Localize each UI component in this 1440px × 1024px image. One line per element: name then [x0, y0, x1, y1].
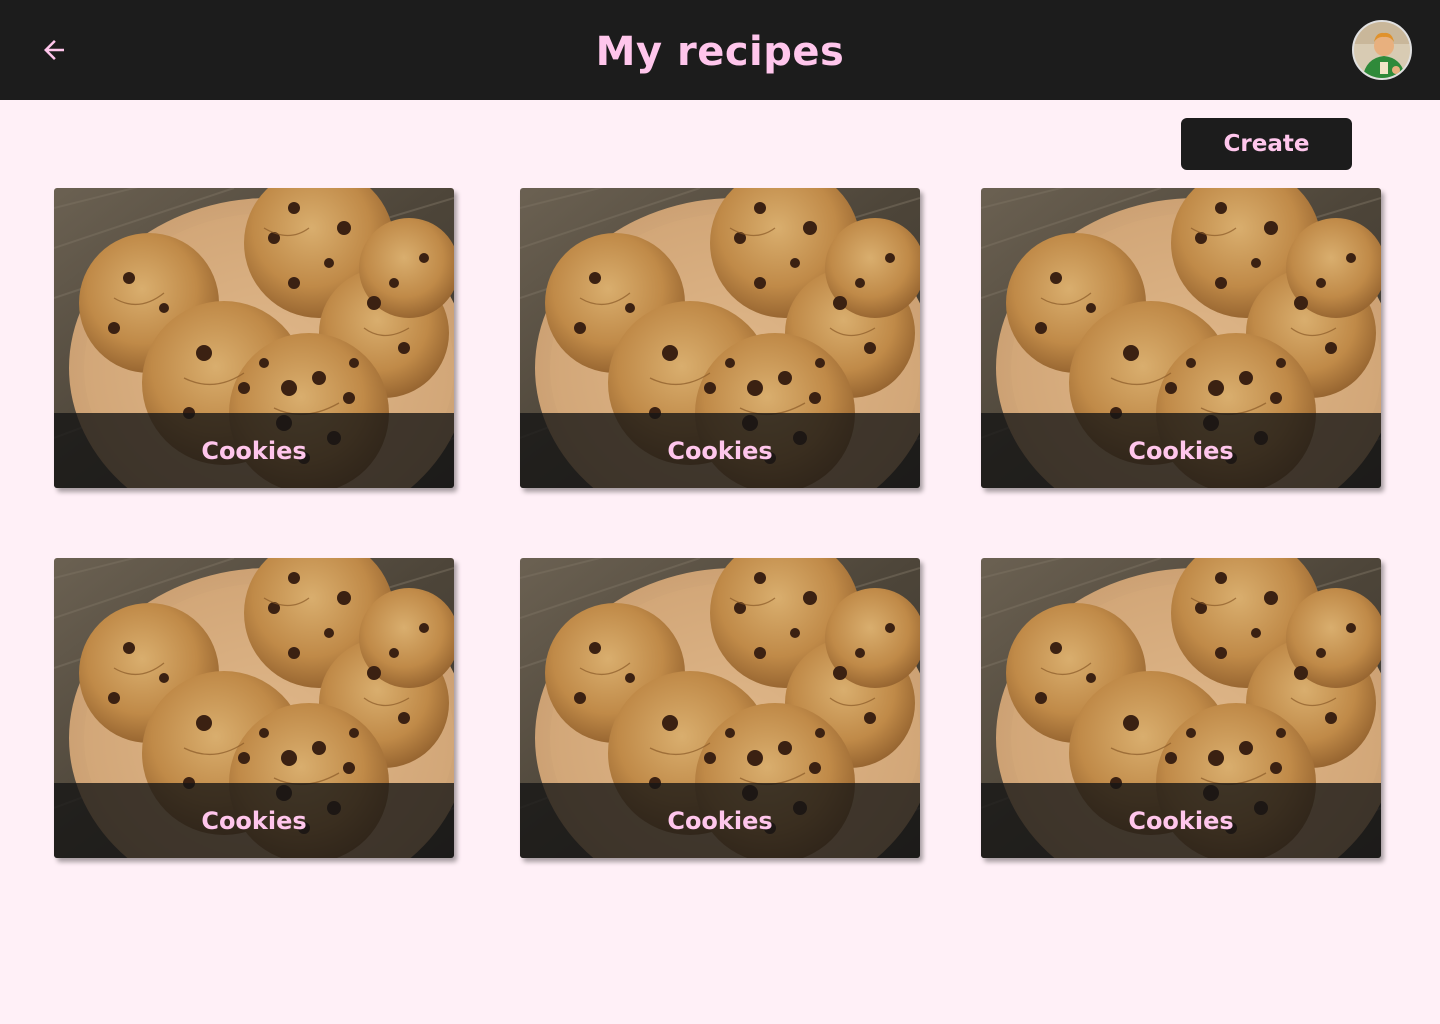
page-title: My recipes	[595, 29, 845, 75]
recipe-card[interactable]: Cookies	[520, 188, 920, 488]
recipe-card[interactable]: Cookies	[981, 558, 1381, 858]
caption-bar: Cookies	[981, 413, 1381, 488]
recipe-title: Cookies	[1128, 806, 1234, 835]
caption-bar: Cookies	[54, 783, 454, 858]
caption-bar: Cookies	[981, 783, 1381, 858]
caption-bar: Cookies	[520, 783, 920, 858]
create-button[interactable]: Create	[1181, 118, 1352, 170]
recipe-card[interactable]: Cookies	[54, 558, 454, 858]
recipe-card[interactable]: Cookies	[54, 188, 454, 488]
caption-bar: Cookies	[54, 413, 454, 488]
recipe-title: Cookies	[667, 806, 773, 835]
recipe-title: Cookies	[667, 436, 773, 465]
recipe-title: Cookies	[201, 806, 307, 835]
recipe-card[interactable]: Cookies	[981, 188, 1381, 488]
top-app-bar: My recipes	[0, 0, 1440, 100]
recipe-title: Cookies	[1128, 436, 1234, 465]
user-avatar[interactable]	[1352, 20, 1412, 80]
recipe-card[interactable]: Cookies	[520, 558, 920, 858]
caption-bar: Cookies	[520, 413, 920, 488]
recipe-title: Cookies	[201, 436, 307, 465]
